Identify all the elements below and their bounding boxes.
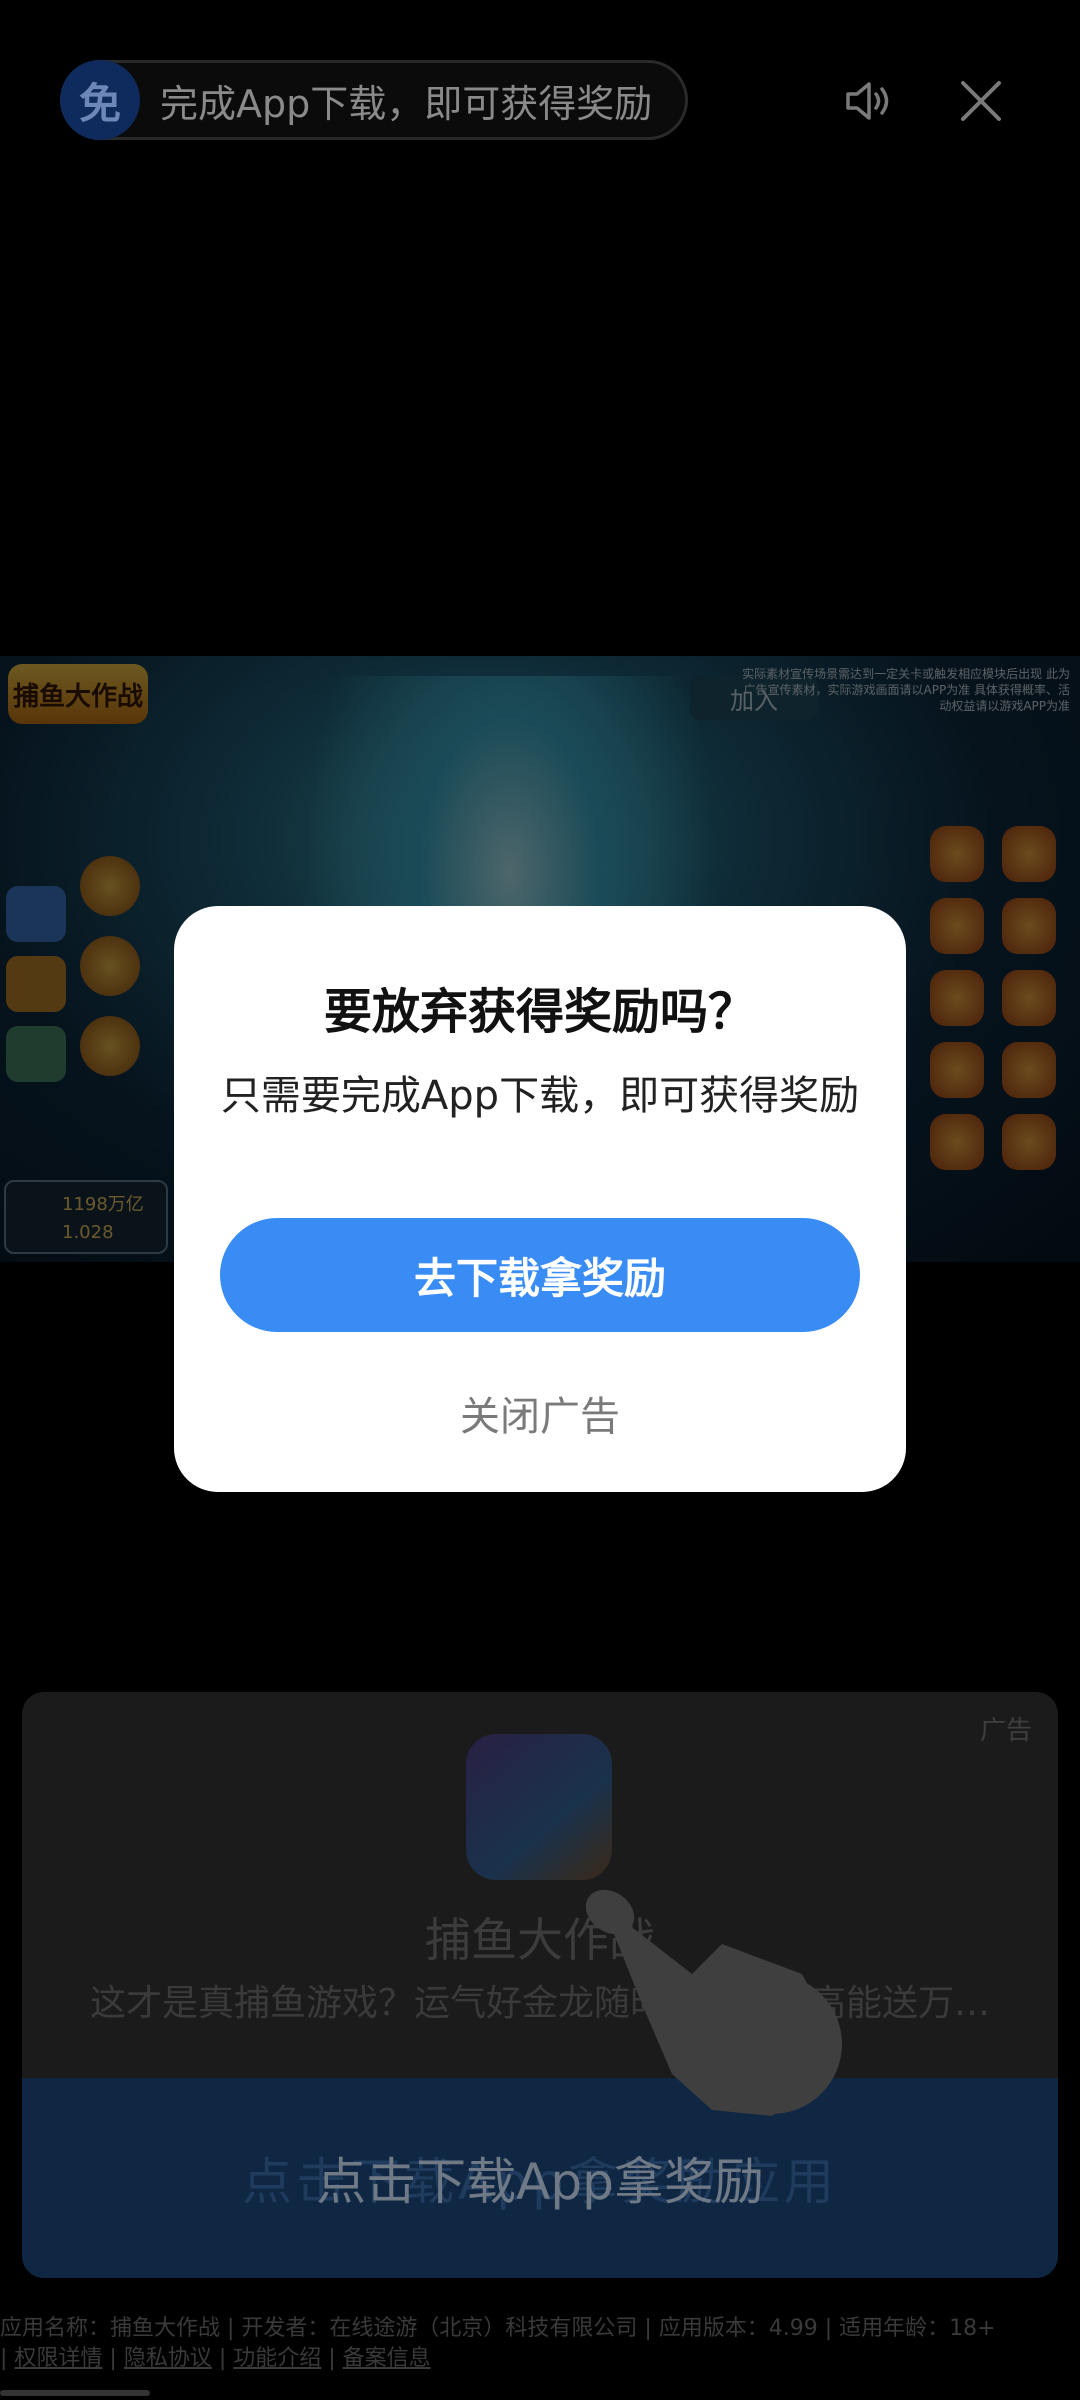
feature-icon — [1002, 970, 1056, 1026]
filing-info-link[interactable]: 备案信息 — [343, 2346, 431, 2371]
event-icon — [80, 936, 140, 996]
app-description: 这才是真捕鱼游戏？运气好金龙随时出现，最高能送万… — [89, 1983, 990, 2024]
speaker-icon[interactable] — [842, 75, 894, 127]
feature-icon — [1002, 826, 1056, 882]
left-tools — [6, 886, 70, 1096]
tool-tile — [6, 886, 66, 942]
event-icons — [80, 856, 150, 1096]
app-info-footer: 应用名称：捕鱼大作战 | 开发者：在线途游（北京）科技有限公司 | 应用版本：4… — [0, 2314, 1080, 2374]
pointing-hand-icon — [585, 1889, 842, 2116]
feature-icon — [1002, 1114, 1056, 1170]
download-reward-button[interactable]: 去下载拿奖励 — [220, 1218, 860, 1332]
app-name: 捕鱼大作战 — [425, 1913, 655, 1967]
currency-panel: 1198万亿 1.028 — [4, 1180, 168, 1254]
event-icon — [80, 856, 140, 916]
feature-icon — [930, 1042, 984, 1098]
close-icon[interactable] — [958, 78, 1004, 124]
dialog-title: 要放弃获得奖励吗？ — [323, 984, 756, 1040]
app-info-line: 应用名称：捕鱼大作战 | 开发者：在线途游（北京）科技有限公司 | 应用版本：4… — [0, 2316, 996, 2341]
tool-tile — [6, 1026, 66, 1082]
feature-icon — [930, 826, 984, 882]
ad-card[interactable]: 广告 捕鱼大作战 这才是真捕鱼游戏？运气好金龙随时出现，最高能送万… 点击下载A… — [22, 1692, 1058, 2278]
game-disclaimer: 实际素材宣传场景需达到一定关卡或触发相应模块后出现 此为广告宣传素材，实际游戏画… — [742, 667, 1070, 713]
gem-count: 1.028 — [62, 1222, 114, 1243]
permission-link[interactable]: 权限详情 — [14, 2346, 102, 2371]
footer-links: | 权限详情 | 隐私协议 | 功能介绍 | 备案信息 — [0, 2346, 431, 2371]
feature-icon — [930, 898, 984, 954]
reward-banner-text: 完成App下载，即可获得奖励 — [160, 81, 653, 126]
feature-icon — [1002, 898, 1056, 954]
tool-tile — [6, 956, 66, 1012]
close-ad-button[interactable]: 关闭广告 — [174, 1384, 906, 1442]
feature-icons — [930, 826, 1080, 1170]
free-badge: 免 — [60, 60, 140, 140]
ad-label: 广告 — [979, 1716, 1032, 1746]
feature-icon — [930, 1114, 984, 1170]
feature-icon — [1002, 1042, 1056, 1098]
game-logo: 捕鱼大作战 — [8, 664, 148, 724]
coin-count: 1198万亿 — [62, 1194, 144, 1215]
features-link[interactable]: 功能介绍 — [233, 2346, 321, 2371]
privacy-link[interactable]: 隐私协议 — [124, 2346, 212, 2371]
event-icon — [80, 1016, 140, 1076]
home-indicator — [0, 2390, 150, 2396]
app-icon[interactable] — [466, 1734, 612, 1880]
dialog-message: 只需要完成App下载，即可获得奖励 — [220, 1073, 860, 1119]
reward-banner: 免 完成App下载，即可获得奖励 — [60, 60, 688, 140]
download-cta-button[interactable]: 点击下载App拿奖励应用 点击下载App拿奖励 — [22, 2078, 1058, 2278]
feature-icon — [930, 970, 984, 1026]
abandon-reward-dialog: 要放弃获得奖励吗？ 只需要完成App下载，即可获得奖励 去下载拿奖励 关闭广告 — [174, 906, 906, 1492]
cta-label: 点击下载App拿奖励 — [316, 2153, 764, 2211]
